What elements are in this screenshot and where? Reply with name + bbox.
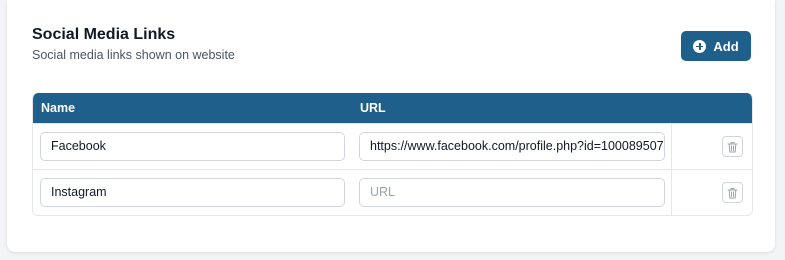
cell-divider [671,124,672,169]
trash-icon [727,141,738,152]
url-input[interactable]: https://www.facebook.com/profile.php?id=… [359,132,665,161]
add-button-label: Add [713,38,739,54]
table-row: Facebook https://www.facebook.com/profil… [33,123,752,169]
name-input[interactable]: Instagram [40,178,345,207]
section-title: Social Media Links [32,26,176,43]
section-subtitle: Social media links shown on website [32,48,235,62]
social-links-table: Name URL Facebook https://www.facebook.c… [32,93,753,216]
delete-row-button[interactable] [722,136,743,157]
table-row: Instagram URL [33,169,752,215]
column-header-name: Name [41,101,76,115]
url-input[interactable]: URL [359,178,665,207]
plus-circle-icon [693,39,707,53]
delete-row-button[interactable] [722,182,743,203]
table-header: Name URL [33,93,752,123]
trash-icon [727,187,738,198]
add-button[interactable]: Add [681,31,751,61]
column-header-url: URL [360,101,386,115]
social-media-links-card: Social Media Links Social media links sh… [7,0,775,252]
cell-divider [671,170,672,215]
name-input[interactable]: Facebook [40,132,345,161]
